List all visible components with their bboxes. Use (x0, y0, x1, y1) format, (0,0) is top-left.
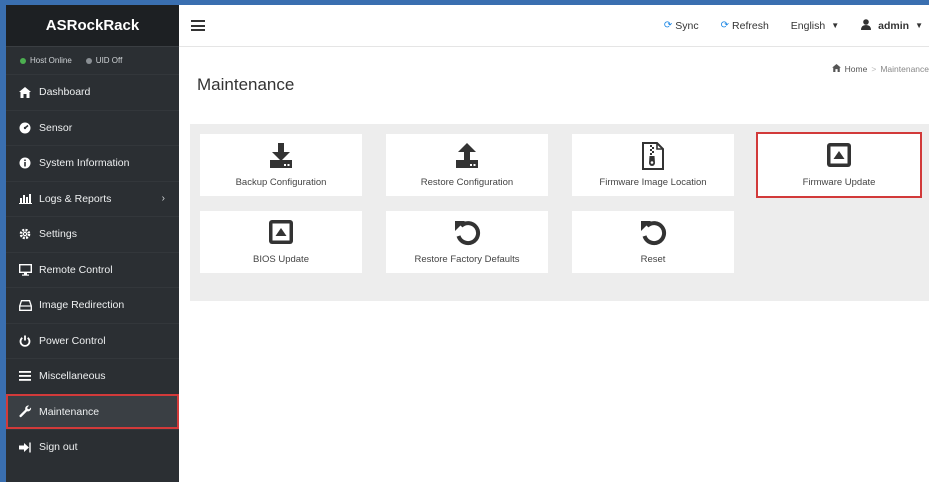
sidebar-item-label: Sensor (39, 121, 73, 134)
uid-dot-icon (85, 57, 92, 64)
card-label: Restore Factory Defaults (414, 254, 520, 265)
wrench-icon (18, 405, 32, 419)
bios-update-card[interactable]: BIOS Update (200, 211, 362, 273)
uid-status-label: UID Off (95, 56, 123, 65)
sidebar-item-label: Dashboard (39, 86, 91, 99)
refresh-icon: ⟳ (720, 20, 730, 31)
gear-icon (18, 227, 32, 241)
card-label: Firmware Update (802, 177, 876, 188)
card-label: BIOS Update (253, 254, 309, 265)
sidebar-item-image-redirection[interactable]: Image Redirection (6, 287, 179, 323)
hamburger-menu-icon[interactable] (191, 20, 205, 31)
page-title: Maintenance (197, 75, 295, 94)
breadcrumb: Home > Maintenance (831, 64, 929, 74)
sidebar-item-label: Sign out (39, 441, 78, 454)
sidebar-item-label: Image Redirection (39, 299, 125, 312)
sidebar-item-label: System Information (39, 157, 130, 170)
undo-icon (386, 219, 548, 247)
sidebar-item-label: Power Control (39, 334, 106, 347)
uid-status[interactable]: UID Off (85, 56, 123, 65)
sidebar: ASRockRack Host Online UID Off Dashboard… (6, 5, 179, 482)
sync-button[interactable]: ⟳ Sync (664, 20, 699, 32)
maintenance-panel: Backup Configuration Restore Configurati… (190, 124, 929, 301)
info-icon (18, 156, 32, 170)
sidebar-item-miscellaneous[interactable]: Miscellaneous (6, 358, 179, 394)
sensor-icon (18, 121, 32, 135)
user-label: admin (878, 19, 910, 32)
card-label: Backup Configuration (235, 177, 327, 188)
host-online-dot-icon (20, 57, 26, 64)
sidebar-item-power-control[interactable]: Power Control (6, 322, 179, 359)
bios-update-icon (200, 219, 362, 245)
firmware-update-card[interactable]: Firmware Update (756, 132, 922, 198)
sidebar-item-dashboard[interactable]: Dashboard (6, 74, 179, 110)
restore-configuration-card[interactable]: Restore Configuration (386, 134, 548, 196)
power-icon (18, 334, 32, 348)
sidebar-item-label: Maintenance (39, 405, 100, 418)
sidebar-item-label: Miscellaneous (39, 370, 106, 383)
restore-factory-defaults-card[interactable]: Restore Factory Defaults (386, 211, 548, 273)
sidebar-item-logs-reports[interactable]: Logs & Reports › (6, 180, 179, 217)
upload-icon (386, 142, 548, 170)
card-label: Firmware Image Location (599, 177, 707, 188)
refresh-button[interactable]: ⟳ Refresh (721, 20, 769, 32)
download-icon (200, 142, 362, 170)
sidebar-nav: Dashboard Sensor System Information Logs… (6, 74, 179, 465)
breadcrumb-current: Maintenance (880, 64, 929, 74)
sidebar-item-sign-out[interactable]: Sign out (6, 429, 179, 465)
user-dropdown[interactable]: admin ▼ (861, 18, 923, 33)
sidebar-item-system-information[interactable]: System Information (6, 145, 179, 181)
list-icon (18, 369, 32, 383)
backup-configuration-card[interactable]: Backup Configuration (200, 134, 362, 196)
home-icon (831, 64, 841, 74)
firmware-image-location-card[interactable]: Firmware Image Location (572, 134, 734, 196)
language-dropdown[interactable]: English ▼ (791, 20, 839, 32)
sync-label: Sync (675, 19, 699, 32)
brand-logo: ASRockRack (6, 5, 179, 47)
sidebar-item-remote-control[interactable]: Remote Control (6, 251, 179, 288)
breadcrumb-separator: > (871, 64, 877, 74)
drive-icon (18, 298, 32, 312)
zip-file-icon (572, 142, 734, 170)
card-label: Restore Configuration (420, 177, 514, 188)
host-status: Host Online (20, 56, 72, 65)
sync-icon: ⟳ (663, 20, 673, 31)
chart-icon (18, 192, 32, 206)
caret-down-icon: ▼ (915, 21, 923, 30)
firmware-update-icon (758, 142, 920, 168)
language-label: English (790, 19, 826, 32)
refresh-label: Refresh (732, 19, 769, 32)
card-label: Reset (640, 254, 666, 265)
top-actions: ⟳ Sync ⟳ Refresh English ▼ admin ▼ (664, 18, 929, 33)
caret-down-icon: ▼ (831, 21, 840, 30)
breadcrumb-home[interactable]: Home (845, 64, 868, 74)
sidebar-item-settings[interactable]: Settings (6, 216, 179, 252)
dashboard-icon (18, 85, 32, 99)
sidebar-item-label: Remote Control (39, 263, 113, 276)
sidebar-item-maintenance[interactable]: Maintenance (6, 393, 179, 429)
user-icon (861, 18, 872, 33)
sidebar-item-sensor[interactable]: Sensor (6, 109, 179, 146)
status-row: Host Online UID Off (6, 47, 179, 74)
sidebar-item-label: Logs & Reports (39, 192, 112, 205)
main-content: Maintenance Home > Maintenance Backup Co… (179, 48, 929, 482)
chevron-right-icon: › (161, 193, 165, 205)
monitor-icon (18, 263, 32, 277)
signout-icon (18, 440, 32, 454)
reset-card[interactable]: Reset (572, 211, 734, 273)
top-bar: ⟳ Sync ⟳ Refresh English ▼ admin ▼ (179, 5, 929, 47)
host-status-label: Host Online (30, 56, 72, 65)
sidebar-item-label: Settings (39, 228, 77, 241)
reset-icon (572, 219, 734, 247)
